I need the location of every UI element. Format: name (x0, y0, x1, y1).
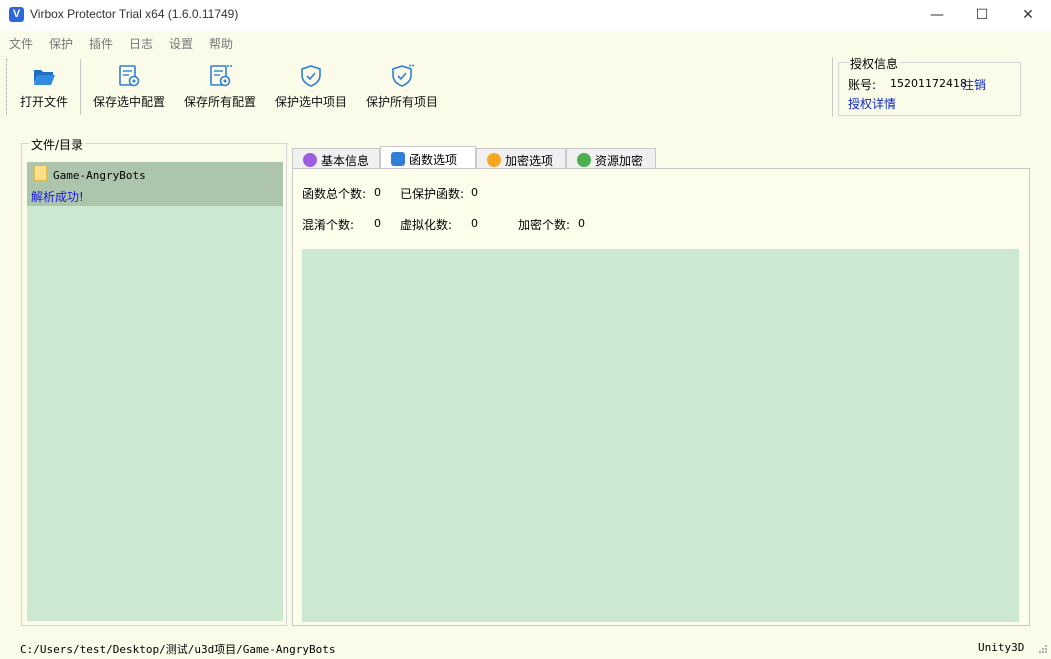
protected-functions-label: 已保护函数: (400, 187, 465, 201)
status-bar: C:/Users/test/Desktop/测试/u3d项目/Game-Angr… (0, 636, 1051, 659)
tab-encrypt-options[interactable]: 加密选项 (476, 148, 566, 169)
protect-all-button[interactable]: 保护所有项目 (364, 63, 440, 111)
file-icon (34, 165, 47, 181)
files-group-title: 文件/目录 (29, 136, 86, 153)
title-bar: V Virbox Protector Trial x64 (1.6.0.1174… (0, 0, 1051, 31)
protect-selected-button[interactable]: 保护选中项目 (273, 63, 349, 111)
files-group: 文件/目录 Game-AngryBots 解析成功! (21, 136, 287, 626)
lock-icon (487, 153, 501, 167)
app-icon: V (9, 7, 24, 22)
shield-check-icon (301, 65, 321, 87)
account-label: 账号: (848, 78, 877, 92)
file-tree-item[interactable]: Game-AngryBots 解析成功! (27, 162, 283, 206)
tab-function-options[interactable]: 函数选项 (380, 146, 476, 170)
menu-plugins[interactable]: 插件 (89, 35, 113, 52)
tab-resource-encrypt[interactable]: 资源加密 (566, 148, 656, 169)
open-file-button[interactable]: 打开文件 (15, 63, 73, 111)
auth-info-title: 授权信息 (849, 55, 900, 72)
parse-status: 解析成功! (31, 190, 84, 204)
window-title: Virbox Protector Trial x64 (1.6.0.11749) (30, 7, 239, 21)
save-selected-config-label: 保存选中配置 (92, 95, 165, 109)
folder-open-icon (34, 70, 55, 85)
menu-protect[interactable]: 保护 (49, 35, 73, 52)
obfuscate-count-value: 0 (374, 217, 381, 230)
function-list[interactable] (302, 249, 1019, 622)
menu-help[interactable]: 帮助 (209, 35, 233, 52)
function-icon (391, 152, 405, 166)
menu-file[interactable]: 文件 (9, 35, 33, 52)
config-save-icon (119, 65, 140, 87)
file-tree[interactable]: Game-AngryBots 解析成功! (27, 162, 283, 621)
encrypt-count-label: 加密个数: (518, 218, 571, 232)
virtualize-count-value: 0 (471, 217, 478, 230)
save-selected-config-button[interactable]: 保存选中配置 (91, 63, 167, 111)
total-functions-value: 0 (374, 186, 381, 199)
obfuscate-count-label: 混淆个数: (302, 218, 355, 232)
total-functions-label: 函数总个数: (302, 187, 367, 201)
menu-settings[interactable]: 设置 (169, 35, 193, 52)
logout-link[interactable]: 注销 (962, 76, 986, 93)
file-name: Game-AngryBots (53, 169, 146, 182)
chat-icon (303, 153, 317, 167)
protect-selected-label: 保护选中项目 (274, 95, 347, 109)
protect-all-label: 保护所有项目 (365, 95, 438, 109)
function-options-panel: 函数总个数: 0 已保护函数: 0 混淆个数: 0 虚拟化数: 0 加密个数: … (292, 168, 1030, 626)
open-file-label: 打开文件 (19, 95, 68, 109)
resize-grip-icon[interactable] (1036, 644, 1048, 656)
tab-label: 加密选项 (505, 154, 554, 168)
toolbar-separator (832, 57, 833, 117)
maximize-button[interactable]: ☐ (959, 0, 1005, 31)
shield-check-icon (577, 153, 591, 167)
tab-label: 基本信息 (321, 154, 370, 168)
toolbar-separator (80, 59, 81, 115)
status-path: C:/Users/test/Desktop/测试/u3d项目/Game-Angr… (20, 643, 336, 656)
menu-log[interactable]: 日志 (129, 35, 153, 52)
status-project-type: Unity3D (978, 641, 1025, 654)
save-all-config-label: 保存所有配置 (183, 95, 256, 109)
tab-basic-info[interactable]: 基本信息 (292, 148, 380, 169)
account-number: 15201172418 (890, 77, 967, 90)
config-save-all-icon (210, 65, 232, 87)
encrypt-count-value: 0 (578, 217, 585, 230)
auth-info-group: 授权信息 账号: 15201172418 注销 授权详情 (838, 55, 1021, 116)
close-button[interactable]: ✕ (1005, 0, 1051, 31)
toolbar-grip[interactable] (6, 59, 8, 115)
auth-details-link[interactable]: 授权详情 (848, 95, 896, 112)
tab-label: 函数选项 (409, 153, 458, 167)
shield-check-all-icon (392, 64, 414, 87)
save-all-config-button[interactable]: 保存所有配置 (182, 63, 258, 111)
protected-functions-value: 0 (471, 186, 478, 199)
menu-bar: 文件 保护 插件 日志 设置 帮助 (0, 31, 1051, 53)
tab-label: 资源加密 (595, 154, 644, 168)
virtualize-count-label: 虚拟化数: (400, 218, 453, 232)
minimize-button[interactable]: — (914, 0, 960, 31)
